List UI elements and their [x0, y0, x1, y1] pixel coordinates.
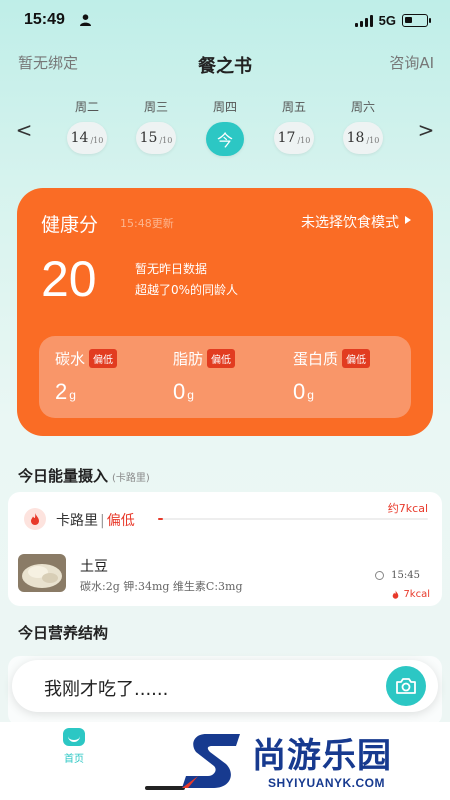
flame-icon	[392, 590, 399, 599]
next-week-button[interactable]: >	[416, 118, 436, 142]
macro-name: 碳水	[55, 350, 86, 368]
day-tue[interactable]: 周二 14 /10	[64, 98, 110, 154]
clock-icon	[375, 571, 384, 580]
calorie-status: 偏低	[106, 513, 135, 529]
prev-week-button[interactable]: <	[14, 118, 34, 142]
watermark-url: SHYIYUANYK.COM	[268, 776, 386, 790]
day-name: 周三	[143, 100, 168, 114]
macro-name: 脂肪	[173, 350, 204, 368]
macro-unit: g	[69, 388, 76, 402]
macro-protein: 蛋白质 偏低 0g	[293, 348, 371, 405]
nutrition-section-title: 今日营养结构	[18, 624, 109, 642]
energy-section-header: 今日能量摄入 (卡路里)	[18, 465, 150, 486]
health-note-percentile: 超越了0%的同龄人	[135, 283, 239, 297]
home-icon	[63, 728, 85, 746]
calorie-approx: 约7kcal	[387, 502, 428, 515]
calorie-label: 卡路里	[56, 513, 98, 529]
macro-summary: 碳水 偏低 2g 脂肪 偏低 0g 蛋白质 偏低 0g	[39, 336, 411, 418]
day-date: 17	[277, 130, 296, 146]
day-wed[interactable]: 周三 15 /10	[133, 98, 179, 154]
battery-icon	[402, 14, 431, 27]
consult-ai-link[interactable]: 咨询AI	[389, 52, 434, 73]
low-badge: 偏低	[342, 349, 371, 368]
food-photo[interactable]	[18, 554, 66, 592]
day-date-bubble[interactable]: 18 /10	[343, 122, 383, 154]
network-type: 5G	[378, 13, 396, 28]
low-badge: 偏低	[207, 349, 236, 368]
user-status-icon	[80, 14, 91, 26]
caret-right-icon	[405, 216, 411, 224]
macro-fat: 脂肪 偏低 0g	[173, 348, 236, 405]
day-name: 周二	[74, 100, 99, 114]
macro-carbs: 碳水 偏低 2g	[55, 348, 118, 405]
flame-icon	[24, 508, 46, 530]
food-log-input[interactable]: 我刚才吃了......	[12, 660, 438, 712]
watermark-text: 尚游乐园	[252, 736, 392, 776]
today-label: 今	[216, 131, 233, 150]
status-time: 15:49	[24, 11, 65, 28]
day-month: /10	[366, 135, 380, 145]
status-bar: 15:49 5G	[0, 0, 450, 44]
calorie-progress-fill	[158, 518, 163, 520]
top-bar: 暂无绑定 餐之书 咨询AI	[0, 50, 450, 80]
day-month: /10	[297, 135, 311, 145]
energy-section-unit: (卡路里)	[112, 473, 150, 484]
macro-unit: g	[307, 388, 314, 402]
day-sat[interactable]: 周六 18 /10	[340, 98, 386, 154]
energy-section-title: 今日能量摄入	[18, 467, 109, 485]
day-date: 15	[139, 130, 158, 146]
macro-unit: g	[187, 388, 194, 402]
day-name: 周五	[281, 100, 306, 114]
week-selector: < 周二 14 /10 周三 15 /10 周四 今 周五 17 /10 周六 …	[0, 98, 450, 160]
low-badge: 偏低	[89, 349, 118, 368]
camera-icon	[396, 678, 416, 694]
tab-home-label: 首页	[64, 754, 84, 765]
health-updated-time: 15:48更新	[120, 217, 174, 230]
day-date-bubble[interactable]: 15 /10	[136, 122, 176, 154]
diet-mode-selector[interactable]: 未选择饮食模式	[301, 212, 399, 232]
nutrition-section-header: 今日营养结构	[18, 622, 108, 643]
day-name: 周六	[350, 100, 375, 114]
health-score-card[interactable]: 健康分 15:48更新 未选择饮食模式 20 暂无昨日数据 超越了0%的同龄人 …	[17, 188, 433, 436]
food-log-placeholder[interactable]: 我刚才吃了......	[44, 675, 168, 701]
app-title: 餐之书	[198, 56, 252, 77]
day-month: /10	[159, 135, 173, 145]
signal-icon	[354, 14, 373, 27]
energy-card[interactable]: 卡路里 | 偏低 约7kcal 土豆 碳水:2g 钾:34mg 维生素C:3mg 1…	[8, 492, 442, 606]
today-bubble[interactable]: 今	[206, 122, 244, 156]
health-note-yesterday: 暂无昨日数据	[135, 262, 208, 276]
macro-value: 0	[173, 379, 186, 404]
camera-button[interactable]	[386, 666, 426, 706]
tab-home[interactable]: 首页	[56, 728, 92, 765]
macro-value: 0	[293, 379, 306, 404]
day-month: /10	[90, 135, 104, 145]
macro-value: 2	[55, 379, 68, 404]
calorie-separator: |	[100, 513, 105, 529]
calorie-progress-bar	[158, 518, 428, 520]
day-name: 周四	[212, 100, 237, 114]
day-date: 14	[70, 130, 89, 146]
day-date-bubble[interactable]: 17 /10	[274, 122, 314, 154]
day-date-bubble[interactable]: 14 /10	[67, 122, 107, 154]
macro-name: 蛋白质	[293, 350, 339, 368]
food-name[interactable]: 土豆	[80, 556, 108, 576]
watermark-logo	[182, 734, 240, 788]
food-time: 15:45	[391, 570, 420, 581]
watermark: 尚游乐园 SHYIYUANYK.COM	[172, 726, 450, 800]
day-thu-today[interactable]: 周四 今	[202, 98, 248, 156]
food-kcal: 7kcal	[403, 589, 430, 600]
health-score-title: 健康分	[41, 214, 99, 236]
day-fri[interactable]: 周五 17 /10	[271, 98, 317, 154]
food-nutrients: 碳水:2g 钾:34mg 维生素C:3mg	[80, 580, 243, 593]
health-score-value: 20	[41, 251, 97, 307]
day-date: 18	[346, 130, 365, 146]
